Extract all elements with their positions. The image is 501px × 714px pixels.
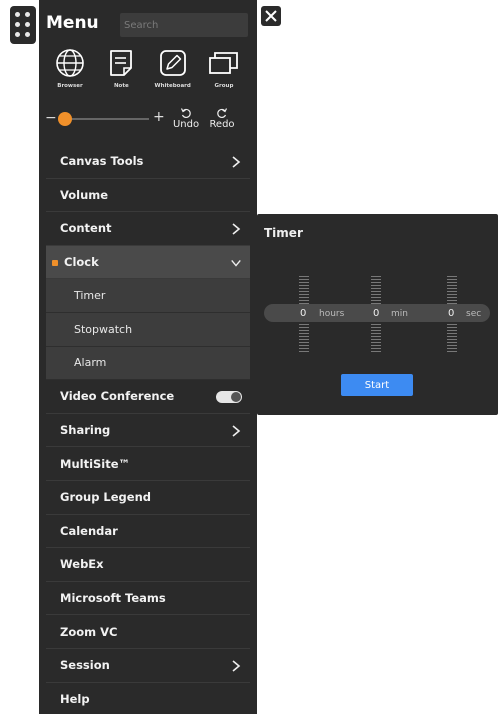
menu-list: Canvas Tools Volume Content Clock Timer … <box>46 145 250 714</box>
note-button[interactable]: Note <box>98 46 144 89</box>
zoom-in-button[interactable]: + <box>153 109 165 125</box>
min-value[interactable]: 0 <box>373 308 379 319</box>
whiteboard-button[interactable]: Whiteboard <box>150 46 196 89</box>
menu-item-label: MultiSite™ <box>60 456 131 471</box>
redo-label: Redo <box>209 119 235 130</box>
hours-value[interactable]: 0 <box>300 308 306 319</box>
menu-item-label: WebEx <box>60 557 104 572</box>
menu-item-help[interactable]: Help <box>46 683 250 714</box>
chevron-right-icon <box>232 156 241 168</box>
menu-item-calendar[interactable]: Calendar <box>46 515 250 549</box>
app-launcher-row: Browser Note Whiteboard Group <box>47 46 247 89</box>
start-button[interactable]: Start <box>341 374 413 396</box>
menu-item-clock[interactable]: Clock <box>46 245 250 280</box>
submenu-item-alarm[interactable]: Alarm <box>46 346 250 381</box>
chevron-right-icon <box>232 660 241 672</box>
menu-item-group-legend[interactable]: Group Legend <box>46 481 250 515</box>
zoom-out-button[interactable]: − <box>45 110 57 126</box>
zoom-row: − + Undo Redo <box>45 107 245 137</box>
drag-handle[interactable] <box>10 6 36 44</box>
video-conference-toggle[interactable] <box>216 391 242 404</box>
sec-unit: sec <box>466 309 482 319</box>
submenu-item-stopwatch[interactable]: Stopwatch <box>46 312 250 347</box>
menu-item-label: Volume <box>60 187 109 202</box>
submenu-item-timer[interactable]: Timer <box>46 279 250 313</box>
menu-item-video-conference[interactable]: Video Conference <box>46 380 250 414</box>
menu-item-label: Sharing <box>60 423 111 438</box>
menu-item-content[interactable]: Content <box>46 212 250 246</box>
menu-item-multisite[interactable]: MultiSite™ <box>46 447 250 481</box>
note-icon <box>110 50 133 76</box>
menu-item-label: Clock <box>64 255 99 270</box>
sec-wheel-upper[interactable] <box>447 276 457 304</box>
browser-label: Browser <box>57 83 83 89</box>
menu-item-volume[interactable]: Volume <box>46 179 250 213</box>
whiteboard-label: Whiteboard <box>154 83 191 89</box>
chevron-right-icon <box>232 223 241 235</box>
group-label: Group <box>214 83 234 89</box>
browser-button[interactable]: Browser <box>47 46 93 89</box>
sec-wheel-lower[interactable] <box>447 324 457 352</box>
timer-panel: Timer 0 hours 0 min 0 sec Start <box>257 214 498 415</box>
undo-icon <box>180 108 191 119</box>
hours-unit: hours <box>319 309 345 319</box>
menu-item-zoom-vc[interactable]: Zoom VC <box>46 615 250 649</box>
zoom-slider-track[interactable] <box>59 118 149 120</box>
min-wheel-upper[interactable] <box>371 276 381 304</box>
menu-item-label: Content <box>60 221 112 236</box>
menu-item-label: Canvas Tools <box>60 154 144 169</box>
group-icon <box>209 52 238 74</box>
min-wheel-lower[interactable] <box>371 324 381 352</box>
menu-item-label: Group Legend <box>60 490 152 505</box>
menu-item-canvas-tools[interactable]: Canvas Tools <box>46 145 250 179</box>
menu-item-microsoft-teams[interactable]: Microsoft Teams <box>46 582 250 616</box>
sec-value[interactable]: 0 <box>448 308 454 319</box>
globe-icon <box>56 49 84 77</box>
min-unit: min <box>391 309 408 319</box>
menu-title: Menu <box>46 13 99 33</box>
menu-item-label: Microsoft Teams <box>60 591 166 606</box>
menu-panel: Menu Browser Note Whiteboard Group − + U… <box>39 0 257 714</box>
close-button[interactable] <box>261 6 281 26</box>
menu-item-label: Help <box>60 691 90 706</box>
menu-item-sharing[interactable]: Sharing <box>46 414 250 448</box>
menu-item-webex[interactable]: WebEx <box>46 548 250 582</box>
redo-icon <box>217 108 228 119</box>
chevron-down-icon <box>231 259 241 267</box>
active-indicator <box>52 259 58 266</box>
undo-button[interactable]: Undo <box>171 107 201 130</box>
hours-wheel-upper[interactable] <box>299 276 309 304</box>
zoom-slider-knob[interactable] <box>58 112 72 126</box>
menu-item-label: Video Conference <box>60 389 175 404</box>
menu-item-session[interactable]: Session <box>46 649 250 683</box>
menu-item-label: Session <box>60 658 110 673</box>
close-icon <box>265 10 277 22</box>
menu-item-label: Zoom VC <box>60 624 118 639</box>
chevron-right-icon <box>232 425 241 437</box>
undo-label: Undo <box>172 119 200 130</box>
timer-title: Timer <box>264 226 303 240</box>
whiteboard-icon <box>159 50 186 76</box>
redo-button[interactable]: Redo <box>207 107 237 130</box>
note-label: Note <box>113 83 129 89</box>
menu-item-label: Calendar <box>60 523 118 538</box>
group-button[interactable]: Group <box>201 46 247 89</box>
hours-wheel-lower[interactable] <box>299 324 309 352</box>
search-input[interactable] <box>120 13 248 37</box>
